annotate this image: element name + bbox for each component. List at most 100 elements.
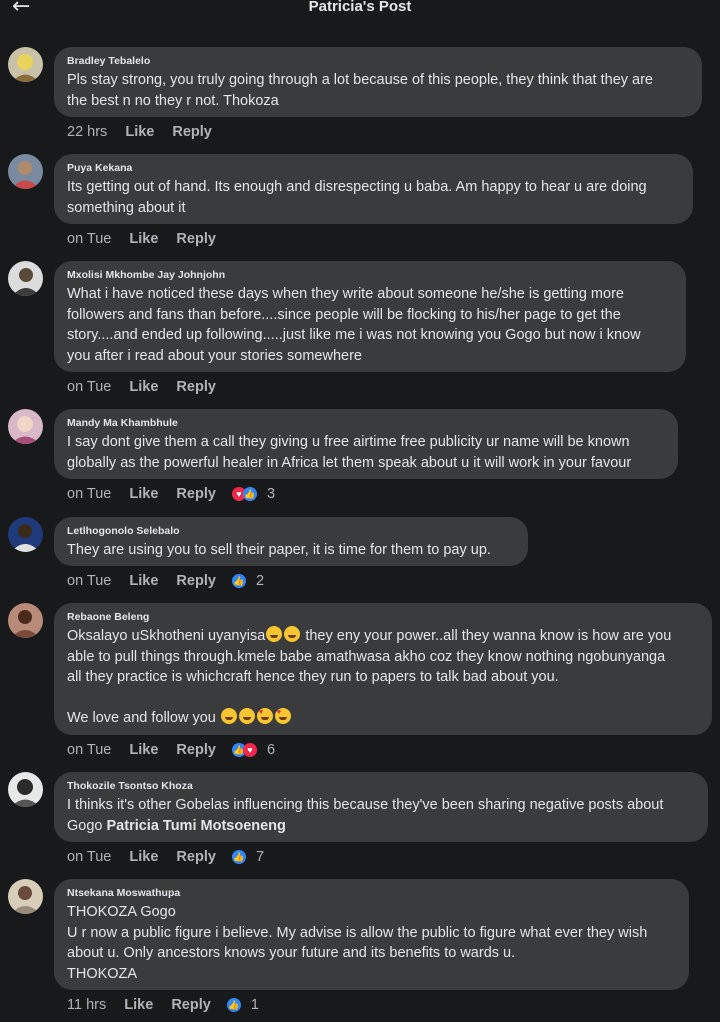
comment-author[interactable]: Rebaone Beleng [67, 611, 700, 623]
reply-button[interactable]: Reply [171, 997, 211, 1013]
comment-actions: on Tue Like Reply 👍 7 [67, 849, 264, 867]
comment-text-segment: We love and follow you [67, 710, 216, 727]
reactions[interactable]: 👍 7 [231, 849, 265, 866]
comment-text: They are using you to sell their paper, … [67, 540, 516, 561]
comment-bubble: Mxolisi Mkhombe Jay Johnjohn What i have… [54, 261, 686, 372]
avatar[interactable] [8, 517, 43, 552]
comment-actions: on Tue Like Reply ♥ 👍 3 [67, 486, 275, 504]
laughing-emoji-icon [266, 626, 283, 642]
reply-button[interactable]: Reply [176, 573, 216, 589]
comment-line: Pls stay strong, you truly going through… [67, 72, 653, 88]
like-button[interactable]: Like [125, 124, 154, 140]
avatar[interactable] [8, 772, 43, 807]
comment-author[interactable]: Thokozile Tsontso Khoza [67, 780, 696, 792]
comment-text-segment: they eny your power..all they wanna know… [301, 628, 672, 644]
comment-line: globally as the powerful healer in Afric… [67, 454, 632, 471]
comment-line: We love and follow you [67, 708, 700, 729]
comment-line [67, 688, 700, 709]
like-button[interactable]: Like [129, 231, 158, 247]
comment-line: I thinks it's other Gobelas influencing … [67, 797, 664, 813]
avatar[interactable] [8, 409, 43, 444]
like-button[interactable]: Like [129, 379, 158, 395]
reaction-count: 3 [266, 486, 276, 503]
reply-button[interactable]: Reply [176, 742, 216, 758]
comment-line: about u. Only ancestors knows your futur… [67, 945, 516, 962]
reactions[interactable]: 👍 ♥ 6 [231, 742, 276, 759]
avatar[interactable] [8, 154, 43, 189]
comment-actions: on Tue Like Reply [67, 379, 216, 397]
avatar[interactable] [8, 261, 43, 296]
comment-author[interactable]: Bradley Tebalelo [67, 55, 690, 67]
comment-text: Oksalayo uSkhotheni uyanyisa they eny yo… [67, 626, 700, 729]
comment-bubble: Letlhogonolo Selebalo They are using you… [54, 517, 528, 566]
comment-time[interactable]: 22 hrs [67, 124, 107, 140]
comment-line: THOKOZA [67, 965, 138, 982]
winking-kiss-emoji-icon [238, 708, 255, 725]
comment-time[interactable]: on Tue [67, 231, 111, 247]
comment-line: story....and ended up following.....just… [67, 327, 641, 344]
comment-time[interactable]: on Tue [67, 573, 111, 589]
reaction-count: 1 [250, 997, 259, 1014]
laughing-emoji-icon [284, 626, 301, 642]
comment-text-segment: Oksalayo uSkhotheni uyanyisa [67, 628, 266, 644]
comment-bubble: Thokozile Tsontso Khoza I thinks it's ot… [54, 772, 708, 842]
reaction-count: 2 [255, 573, 265, 590]
comment-bubble: Ntsekana Moswathupa THOKOZA Gogo U r now… [54, 879, 689, 990]
comment-author[interactable]: Mandy Ma Khambhule [67, 417, 666, 429]
comment-line: all they practice is whichcraft hence th… [67, 669, 559, 686]
love-reaction-icon: ♥ [242, 743, 257, 758]
comment-time[interactable]: on Tue [67, 742, 111, 758]
comment-line: the best n no they r not. Thokoza [67, 92, 279, 109]
comment-bubble: Puya Kekana Its getting out of hand. Its… [54, 154, 693, 224]
comment-text: I thinks it's other Gobelas influencing … [67, 795, 696, 836]
comment-actions: 22 hrs Like Reply [67, 124, 212, 142]
comment-line: Gogo Patricia Tumi Motsoeneng [67, 816, 696, 837]
comment-line: something about it [67, 199, 186, 216]
comment-author[interactable]: Letlhogonolo Selebalo [67, 525, 516, 537]
comment-time[interactable]: 11 hrs [67, 997, 106, 1013]
like-button[interactable]: Like [124, 997, 153, 1013]
comment-time[interactable]: on Tue [67, 486, 111, 502]
reactions[interactable]: ♥ 👍 3 [231, 486, 276, 503]
like-reaction-icon: 👍 [226, 998, 241, 1013]
reactions[interactable]: 👍 1 [226, 997, 259, 1014]
heart-eyes-emoji-icon [274, 708, 291, 725]
avatar[interactable] [8, 47, 43, 82]
reply-button[interactable]: Reply [176, 486, 216, 502]
comment-author[interactable]: Ntsekana Moswathupa [67, 887, 677, 899]
reply-button[interactable]: Reply [176, 849, 216, 865]
like-button[interactable]: Like [129, 486, 158, 502]
comment-line: I say dont give them a call they giving … [67, 434, 630, 450]
mention-link[interactable]: Patricia Tumi Motsoeneng [107, 818, 286, 834]
reactions[interactable]: 👍 2 [231, 573, 265, 590]
reaction-count: 6 [266, 742, 276, 759]
comment-line: What i have noticed these days when they… [67, 286, 624, 302]
comment-text: THOKOZA Gogo U r now a public figure i b… [67, 902, 677, 984]
reply-button[interactable]: Reply [172, 124, 212, 140]
comment-line: Oksalayo uSkhotheni uyanyisa they eny yo… [67, 626, 700, 647]
comment-actions: on Tue Like Reply [67, 231, 216, 249]
like-reaction-icon: 👍 [242, 487, 257, 502]
reaction-count: 7 [255, 849, 265, 866]
top-bar: ← Patricia's Post [0, 0, 720, 22]
comment-line: They are using you to sell their paper, … [67, 542, 491, 558]
comment-actions: 11 hrs Like Reply 👍 1 [67, 997, 259, 1015]
like-reaction-icon: 👍 [231, 574, 246, 589]
reply-button[interactable]: Reply [176, 379, 216, 395]
comment-time[interactable]: on Tue [67, 849, 111, 865]
comment-author[interactable]: Mxolisi Mkhombe Jay Johnjohn [67, 269, 674, 281]
like-button[interactable]: Like [129, 742, 158, 758]
reply-button[interactable]: Reply [176, 231, 216, 247]
like-button[interactable]: Like [129, 573, 158, 589]
avatar[interactable] [8, 879, 43, 914]
comment-author[interactable]: Puya Kekana [67, 162, 681, 174]
like-reaction-icon: 👍 [231, 850, 246, 865]
comment-actions: on Tue Like Reply 👍 2 [67, 573, 264, 591]
like-button[interactable]: Like [129, 849, 158, 865]
comment-actions: on Tue Like Reply 👍 ♥ 6 [67, 742, 275, 760]
comment-text: Its getting out of hand. Its enough and … [67, 177, 681, 218]
comment-time[interactable]: on Tue [67, 379, 111, 395]
comment-bubble: Mandy Ma Khambhule I say dont give them … [54, 409, 678, 479]
avatar[interactable] [8, 603, 43, 638]
winking-kiss-emoji-icon [220, 708, 237, 725]
